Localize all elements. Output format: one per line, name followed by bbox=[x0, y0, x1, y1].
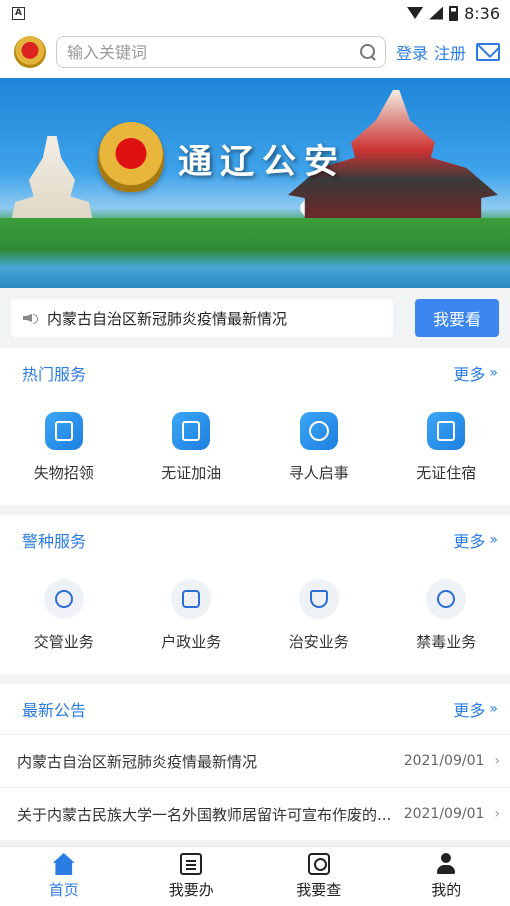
query-icon[interactable] bbox=[307, 853, 330, 875]
nav-label[interactable]: 我要查 bbox=[296, 879, 341, 900]
service-missing-person[interactable]: 寻人启事 bbox=[255, 412, 383, 483]
trees-water-image bbox=[0, 218, 510, 288]
announcements-section: 最新公告 更多 » 内蒙古自治区新冠肺炎疫情最新情况 2021/09/01 › … bbox=[0, 684, 510, 840]
lost-found-icon[interactable] bbox=[44, 412, 83, 450]
service-label[interactable]: 交管业务 bbox=[34, 631, 94, 652]
battery-icon bbox=[449, 5, 459, 21]
hotel-icon[interactable] bbox=[427, 412, 466, 450]
app-header: 登录 注册 bbox=[0, 26, 510, 78]
announcement-title[interactable]: 内蒙古自治区新冠肺炎疫情最新情况 bbox=[17, 751, 404, 772]
chevron-right-icon[interactable]: › bbox=[494, 753, 500, 769]
more-label[interactable]: 更多 bbox=[453, 697, 485, 721]
announcement-title[interactable]: 关于内蒙古民族大学一名外国教师居留许可宣布作废的... bbox=[17, 804, 404, 825]
service-label[interactable]: 无证加油 bbox=[161, 462, 221, 483]
notice-text[interactable]: 内蒙古自治区新冠肺炎疫情最新情况 bbox=[47, 308, 287, 329]
service-anti-drug[interactable]: 禁毒业务 bbox=[383, 579, 510, 652]
status-bar: A 8:36 bbox=[0, 0, 510, 26]
user-icon[interactable] bbox=[435, 853, 457, 875]
announcement-date: 2021/09/01 bbox=[403, 753, 485, 769]
service-household[interactable]: 户政业务 bbox=[128, 579, 256, 652]
notice-bar[interactable]: 内蒙古自治区新冠肺炎疫情最新情况 bbox=[11, 299, 393, 337]
list-item[interactable]: 内蒙古自治区新冠肺炎疫情最新情况 2021/09/01 › bbox=[0, 734, 510, 787]
service-label[interactable]: 无证住宿 bbox=[416, 462, 476, 483]
nav-home[interactable]: 首页 bbox=[0, 847, 128, 906]
search-icon[interactable] bbox=[359, 43, 377, 61]
fuel-icon[interactable] bbox=[172, 412, 211, 450]
search-input[interactable] bbox=[67, 42, 359, 62]
list-item[interactable]: 关于内蒙古民族大学一名外国教师居留许可宣布作废的... 2021/09/01 › bbox=[0, 787, 510, 840]
more-link[interactable]: 更多 » bbox=[453, 697, 498, 721]
register-link[interactable]: 注册 bbox=[434, 40, 466, 64]
home-icon[interactable] bbox=[52, 853, 75, 875]
service-traffic[interactable]: 交管业务 bbox=[0, 579, 128, 652]
service-lost-found[interactable]: 失物招领 bbox=[0, 412, 128, 483]
security-shield-icon[interactable] bbox=[298, 579, 339, 619]
section-title: 热门服务 bbox=[22, 365, 87, 384]
section-title: 最新公告 bbox=[22, 701, 87, 720]
nav-label[interactable]: 我的 bbox=[431, 879, 461, 900]
traffic-police-icon[interactable] bbox=[43, 579, 84, 619]
announcement-date: 2021/09/01 bbox=[403, 806, 485, 822]
banner-title: 通辽公安 bbox=[178, 142, 346, 182]
household-icon[interactable] bbox=[171, 579, 212, 619]
chevron-right-icon[interactable]: › bbox=[494, 806, 500, 822]
service-label[interactable]: 户政业务 bbox=[161, 631, 221, 652]
nav-todo[interactable]: 我要办 bbox=[128, 847, 256, 906]
login-link[interactable]: 登录 bbox=[396, 40, 428, 64]
signal-icon bbox=[429, 6, 444, 20]
anti-drug-icon[interactable] bbox=[426, 579, 467, 619]
hero-banner[interactable]: 通辽公安 bbox=[0, 78, 510, 288]
app-indicator-icon: A bbox=[12, 6, 25, 20]
service-hotel[interactable]: 无证住宿 bbox=[383, 412, 510, 483]
service-label[interactable]: 失物招领 bbox=[34, 462, 94, 483]
service-label[interactable]: 禁毒业务 bbox=[416, 631, 476, 652]
more-label[interactable]: 更多 bbox=[453, 361, 485, 385]
service-fuel[interactable]: 无证加油 bbox=[128, 412, 256, 483]
service-label[interactable]: 寻人启事 bbox=[289, 462, 349, 483]
document-icon[interactable] bbox=[180, 853, 203, 875]
double-chevron-right-icon[interactable]: » bbox=[489, 701, 498, 717]
police-emblem-logo bbox=[14, 36, 46, 68]
view-button[interactable]: 我要看 bbox=[415, 299, 499, 337]
nav-label[interactable]: 首页 bbox=[49, 879, 79, 900]
double-chevron-right-icon[interactable]: » bbox=[489, 532, 498, 548]
speaker-icon bbox=[23, 312, 38, 324]
wifi-icon bbox=[407, 7, 424, 19]
nav-label[interactable]: 我要办 bbox=[169, 879, 214, 900]
double-chevron-right-icon[interactable]: » bbox=[489, 365, 498, 381]
section-title: 警种服务 bbox=[22, 532, 87, 551]
nav-profile[interactable]: 我的 bbox=[383, 847, 510, 906]
police-services-section: 警种服务 更多 » 交管业务 户政业务 治安业务 禁毒业务 bbox=[0, 515, 510, 674]
bottom-nav: 首页 我要办 我要查 我的 bbox=[0, 846, 510, 906]
notice-row: 内蒙古自治区新冠肺炎疫情最新情况 我要看 bbox=[0, 288, 510, 348]
search-box[interactable] bbox=[56, 36, 386, 68]
police-badge-image bbox=[98, 122, 164, 192]
mail-icon[interactable] bbox=[476, 43, 500, 61]
nav-query[interactable]: 我要查 bbox=[255, 847, 383, 906]
service-label[interactable]: 治安业务 bbox=[289, 631, 349, 652]
more-link[interactable]: 更多 » bbox=[453, 361, 498, 385]
more-label[interactable]: 更多 bbox=[453, 528, 485, 552]
hot-services-section: 热门服务 更多 » 失物招领 无证加油 寻人启事 无证住宿 bbox=[0, 348, 510, 505]
service-security[interactable]: 治安业务 bbox=[255, 579, 383, 652]
missing-person-icon[interactable] bbox=[299, 412, 338, 450]
status-time: 8:36 bbox=[464, 3, 500, 23]
more-link[interactable]: 更多 » bbox=[453, 528, 498, 552]
